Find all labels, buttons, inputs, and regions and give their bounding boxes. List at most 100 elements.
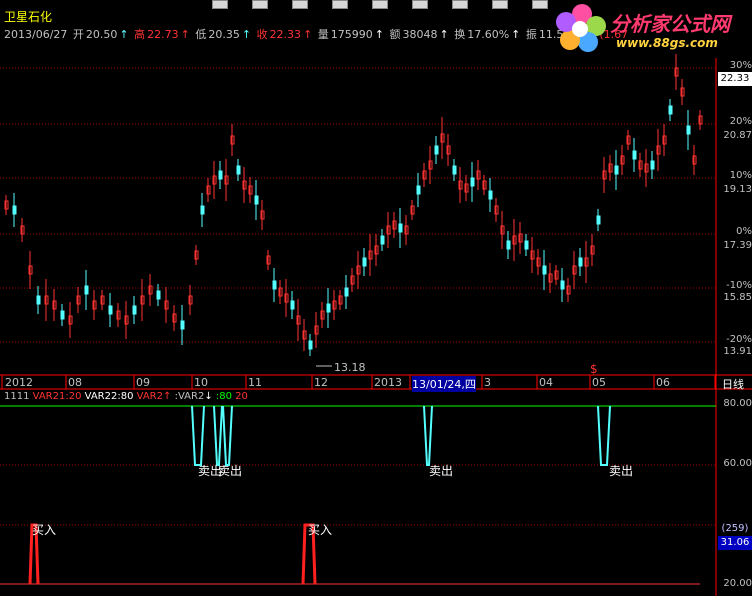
candle-body [326, 303, 331, 313]
chart-canvas[interactable]: $ [0, 0, 752, 596]
pct-label: -20% [726, 334, 752, 345]
buy-signal-label: 买入 [308, 523, 333, 537]
stock-name: 卫星石化 [4, 10, 53, 24]
candle-body [578, 257, 583, 267]
quote-bar: 2013/06/27 开 20.50 ↑ 高 22.73 ↑ 低 20.35 ↑ 收 22.3… [4, 26, 630, 42]
date-label: 11 [248, 376, 262, 389]
arrow-icon: ↑ [374, 28, 384, 41]
candle-body [290, 300, 295, 310]
up-arrow-icon: ↑ [163, 391, 172, 402]
toolbar-button[interactable] [492, 0, 508, 9]
down-arrow-icon: ↑ [119, 28, 129, 41]
price-label: 19.13 [723, 184, 752, 195]
close-label: 收 [256, 28, 268, 41]
indicator-axis-label: (259) [721, 523, 749, 534]
candle-body [132, 305, 137, 315]
amplitude-label: 振 [525, 28, 537, 41]
stock-chart-window: $ 卫星石化 2013/06/27 开 20.50 ↑ 高 22.73 ↑ 低 20.35… [0, 0, 752, 596]
toolbar-button[interactable] [532, 0, 548, 9]
date-label: 2013 [374, 376, 402, 389]
site-logo: 分析家公式网 www.88gs.com [552, 0, 752, 56]
price-label: 13.91 [723, 346, 752, 357]
toolbar-button[interactable] [212, 0, 228, 9]
open-value: 20.50 [85, 28, 118, 41]
date-label: 09 [136, 376, 150, 389]
candle-body [470, 177, 475, 187]
candle-body [156, 290, 161, 300]
high-value: 22.73 [147, 28, 179, 41]
price-label: 15.85 [723, 292, 752, 303]
date-label: 05 [592, 376, 606, 389]
sell-signal-label: 卖出 [429, 464, 454, 478]
down-arrow-icon: ↓ [204, 391, 213, 402]
event-marker-icon: $ [590, 362, 598, 376]
open-label: 开 [72, 28, 84, 41]
indicator-axis-label: 20.00 [723, 578, 752, 589]
arrow-icon: ↑ [241, 28, 252, 41]
indicator-header: 1111 VAR21:20 VAR22:80 VAR2↑ :VAR2↓ :80 … [4, 391, 248, 402]
candle-body [218, 170, 223, 180]
candle-body [308, 340, 313, 350]
candle-body [12, 205, 17, 215]
candle-body [560, 280, 565, 290]
pct-label: 20% [729, 116, 752, 127]
turnover-value: 17.60% [467, 28, 510, 41]
price-label: 17.39 [723, 240, 752, 251]
toolbar-button[interactable] [292, 0, 308, 9]
toolbar-button[interactable] [332, 0, 348, 9]
amount-label: 额 [389, 28, 401, 41]
date-label: 12 [314, 376, 328, 389]
toolbar-button[interactable] [252, 0, 268, 9]
buy-signal-label: 买入 [32, 523, 57, 537]
pct-label: 0% [736, 226, 752, 237]
val80-label: :80 [215, 391, 232, 402]
candle-body [596, 215, 601, 225]
volume-value: 175990 [330, 28, 373, 41]
candle-body [236, 165, 241, 175]
date-label: 06 [656, 376, 670, 389]
period-button[interactable]: 日线 [722, 376, 744, 392]
candle-body [380, 235, 385, 245]
arrow-icon: ↑ [511, 28, 521, 41]
candle-body [452, 165, 457, 175]
indicator-current-value: 31.06 [718, 536, 752, 550]
toolbar [212, 0, 572, 9]
arrow-icon: ↑ [439, 28, 449, 41]
price-label: 20.87 [723, 130, 752, 141]
low-annotation: 13.18 [334, 361, 366, 374]
high-label: 高 [134, 28, 146, 41]
var2-up-label: VAR2 [136, 391, 163, 402]
date-label: 2012 [5, 376, 33, 389]
toolbar-button[interactable] [372, 0, 388, 9]
sell-signal-shape [213, 405, 223, 466]
sell-signal-shape [597, 405, 611, 466]
indicator-name[interactable]: 1111 [4, 391, 29, 402]
pct-label: 30% [729, 60, 752, 71]
candle-body [254, 195, 259, 205]
toolbar-button[interactable] [452, 0, 468, 9]
toolbar-button[interactable] [412, 0, 428, 9]
candle-body [650, 160, 655, 170]
candle-body [36, 295, 41, 305]
candle-body [344, 287, 349, 297]
up-arrow-icon: ↑ [180, 28, 190, 41]
candle-body [524, 240, 529, 250]
date-label: 08 [68, 376, 82, 389]
sell-signal-label: 卖出 [218, 464, 243, 478]
candle-body [632, 150, 637, 160]
var2-down-label: :VAR2 [174, 391, 205, 402]
candle-body [686, 125, 691, 135]
date-label: 10 [194, 376, 208, 389]
var22-label: VAR22:80 [84, 391, 134, 402]
amount-value: 38048 [402, 28, 438, 41]
logo-title: 分析家公式网 [610, 12, 730, 36]
val20-label: 20 [235, 391, 248, 402]
close-value: 22.33 [269, 28, 302, 41]
logo-url: www.88gs.com [616, 36, 718, 50]
var21-label: VAR21:20 [32, 391, 82, 402]
candle-body [416, 185, 421, 195]
candle-body [84, 285, 89, 295]
low-label: 低 [195, 28, 207, 41]
sell-signal-shape [423, 405, 433, 466]
indicator-axis-label: 60.00 [723, 458, 752, 469]
